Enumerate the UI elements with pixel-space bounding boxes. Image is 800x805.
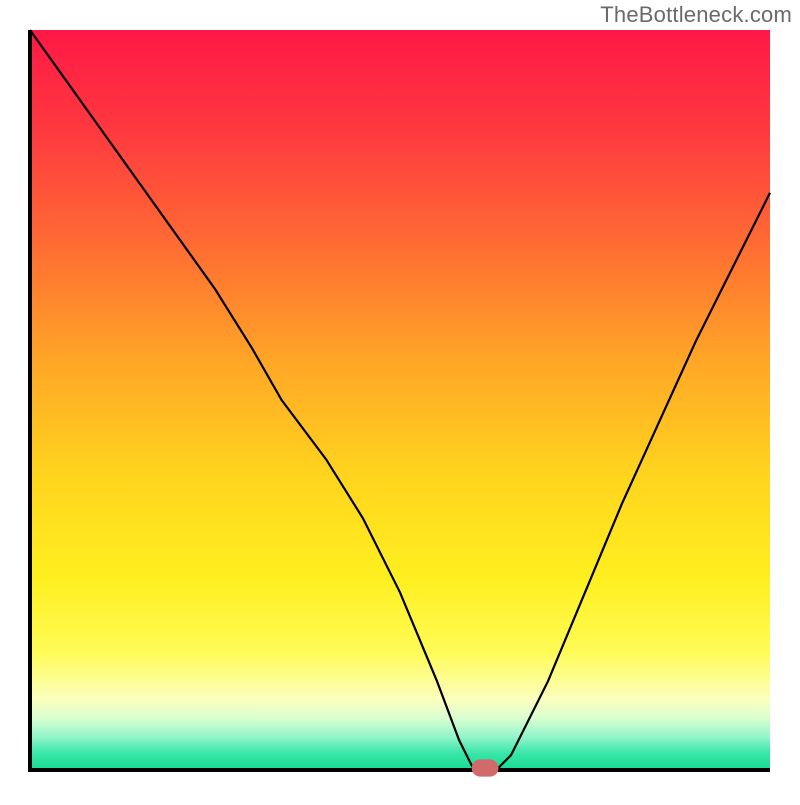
bottleneck-chart <box>0 0 800 800</box>
chart-container: TheBottleneck.com <box>0 0 800 800</box>
optimum-marker <box>472 760 498 776</box>
watermark-text: TheBottleneck.com <box>600 2 792 28</box>
plot-background <box>30 30 770 770</box>
